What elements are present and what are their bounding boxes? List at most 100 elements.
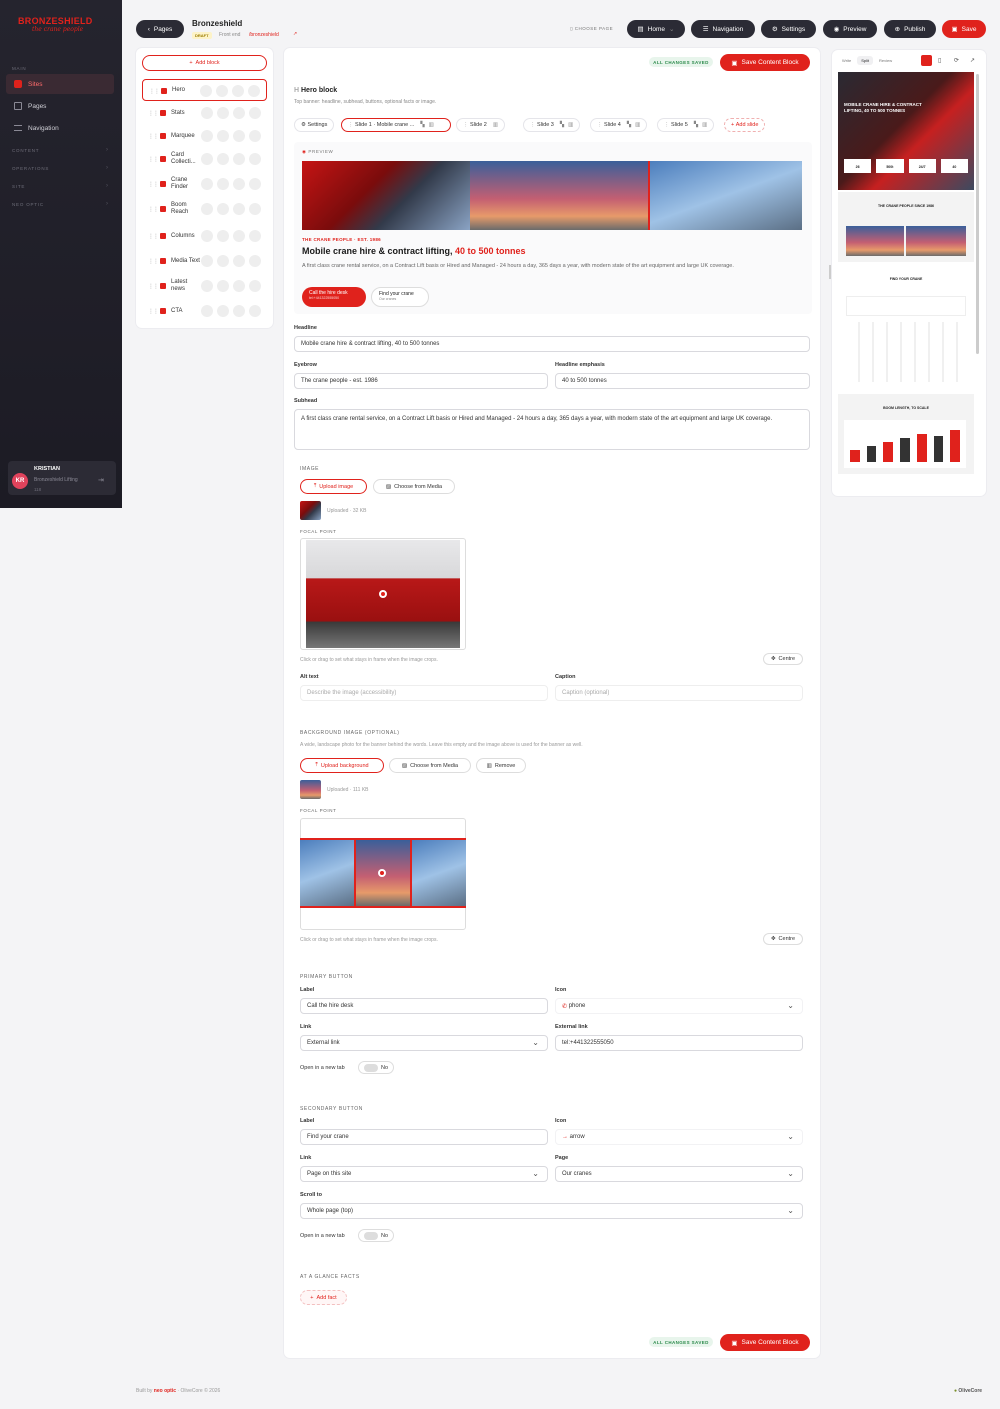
preview-button[interactable]: ◉ Preview <box>823 20 877 38</box>
sidebar-item-navigation[interactable]: Navigation <box>6 118 114 138</box>
trash-icon[interactable]: ▥ <box>493 122 498 128</box>
copy-icon[interactable] <box>217 280 229 292</box>
mode-split[interactable]: Split <box>857 56 874 65</box>
preview-scrollbar[interactable] <box>976 74 979 354</box>
trash-icon[interactable] <box>249 130 261 142</box>
save-content-block-button-bottom[interactable]: ▣ Save Content Block <box>720 1334 810 1351</box>
trash-icon[interactable] <box>249 230 261 242</box>
trash-icon[interactable] <box>249 305 261 317</box>
external-link-icon[interactable]: ↗ <box>970 57 975 64</box>
copy-icon[interactable] <box>217 178 229 190</box>
bookmark-icon[interactable] <box>233 230 245 242</box>
eye-icon[interactable] <box>201 230 213 242</box>
trash-icon[interactable]: ▥ <box>702 122 707 128</box>
bookmark-icon[interactable] <box>233 178 245 190</box>
block-item[interactable]: ⋮⋮ Marquee <box>142 125 267 147</box>
external-link-input[interactable]: tel:+441322555050 <box>555 1035 803 1051</box>
choose-media-button[interactable]: ▨ Choose from Media <box>373 479 455 494</box>
eye-icon[interactable] <box>201 280 213 292</box>
publish-button[interactable]: ⊕ Publish <box>884 20 936 38</box>
frontend-link[interactable]: /bronzeshield <box>249 32 279 38</box>
scroll-to-select[interactable]: Whole page (top) <box>300 1203 803 1219</box>
mode-review[interactable]: Review <box>875 56 896 65</box>
drag-handle-icon[interactable]: ⋮⋮ <box>148 258 159 265</box>
tab-slide-5[interactable]: ⋮ Slide 5 ▚ ▥ <box>657 118 715 132</box>
eye-icon[interactable] <box>201 153 213 165</box>
block-item[interactable]: ⋮⋮ Media Text <box>142 250 267 272</box>
trash-icon[interactable]: ▥ <box>568 122 573 128</box>
block-item[interactable]: ⋮⋮ Columns <box>142 225 267 247</box>
remove-background-button[interactable]: ▥ Remove <box>476 758 526 773</box>
primary-link-select[interactable]: External link <box>300 1035 548 1051</box>
upload-image-button[interactable]: ⤒ Upload image <box>300 479 367 494</box>
trash-icon[interactable] <box>249 178 261 190</box>
drag-handle-icon[interactable]: ⋮⋮ <box>148 283 159 290</box>
add-fact-button[interactable]: + Add fact <box>300 1290 347 1305</box>
block-item[interactable]: ⋮⋮ Boom Reach <box>142 198 267 220</box>
section-content[interactable]: CONTENT <box>12 148 39 153</box>
eye-icon[interactable] <box>200 85 212 97</box>
bookmark-icon[interactable] <box>233 255 245 267</box>
eye-icon[interactable] <box>201 178 213 190</box>
trash-icon[interactable]: ▥ <box>635 122 640 128</box>
copy-icon[interactable] <box>216 85 228 97</box>
background-centre-button[interactable]: ✥ Centre <box>763 933 803 945</box>
secondary-link-select[interactable]: Page on this site <box>300 1166 548 1182</box>
subhead-textarea[interactable]: A first class crane rental service, on a… <box>294 409 810 450</box>
bookmark-icon[interactable] <box>233 203 245 215</box>
drag-handle-icon[interactable]: ⋮⋮ <box>148 156 159 163</box>
tab-slide-3[interactable]: ⋮ Slide 3 ▚ ▥ <box>523 118 581 132</box>
trash-icon[interactable] <box>248 85 260 97</box>
drag-handle-icon[interactable]: ⋮⋮ <box>148 308 159 315</box>
block-item[interactable]: ⋮⋮ Card Collecti... <box>142 148 267 170</box>
page-select-input[interactable]: Our cranes <box>555 1166 803 1182</box>
eye-icon[interactable] <box>201 305 213 317</box>
bookmark-icon[interactable] <box>233 153 245 165</box>
block-item[interactable]: ⋮⋮ Stats <box>142 102 267 124</box>
trash-icon[interactable]: ▥ <box>429 122 434 128</box>
trash-icon[interactable] <box>249 255 261 267</box>
copy-icon[interactable] <box>217 153 229 165</box>
drag-handle-icon[interactable]: ⋮⋮ <box>148 133 159 140</box>
focal-point-marker[interactable] <box>379 590 387 598</box>
block-item[interactable]: ⋮⋮ CTA <box>142 300 267 322</box>
secondary-label-input[interactable]: Find your crane <box>300 1129 548 1145</box>
copy-icon[interactable]: ▚ <box>694 122 698 128</box>
bookmark-icon[interactable] <box>232 85 244 97</box>
drag-handle-icon[interactable]: ⋮⋮ <box>148 110 159 117</box>
copy-icon[interactable]: ▚ <box>420 122 424 128</box>
primary-label-input[interactable]: Call the hire desk <box>300 998 548 1014</box>
tab-slide-1[interactable]: ⋮ Slide 1 · Mobile crane ... ▚ ▥ <box>341 118 451 132</box>
secondary-newtab-toggle[interactable]: No <box>358 1229 394 1242</box>
copy-icon[interactable] <box>217 130 229 142</box>
section-neo-optic[interactable]: NEO OPTIC <box>12 202 44 207</box>
sidebar-item-pages[interactable]: Pages <box>6 96 114 116</box>
save-content-block-button[interactable]: ▣ Save Content Block <box>720 54 810 71</box>
add-slide-button[interactable]: + Add slide <box>724 118 766 132</box>
drag-handle-icon[interactable]: ⋮⋮ <box>148 206 159 213</box>
save-button[interactable]: ▣ Save <box>942 20 986 38</box>
back-pages-button[interactable]: ‹ Pages <box>136 20 184 38</box>
trash-icon[interactable] <box>249 153 261 165</box>
block-item[interactable]: ⋮⋮ Hero <box>142 79 267 101</box>
drag-handle-icon[interactable]: ⋮⋮ <box>149 88 160 95</box>
sidebar-item-sites[interactable]: Sites <box>6 74 114 94</box>
external-link-icon[interactable]: ↗ <box>293 31 297 37</box>
drag-handle-icon[interactable]: ⋮⋮ <box>148 233 159 240</box>
bookmark-icon[interactable] <box>233 305 245 317</box>
split-drag-handle[interactable] <box>829 265 831 279</box>
copy-icon[interactable] <box>217 203 229 215</box>
centre-button[interactable]: ✥ Centre <box>763 653 803 665</box>
add-block-button[interactable]: + Add block <box>142 55 267 71</box>
eye-icon[interactable] <box>201 130 213 142</box>
block-item[interactable]: ⋮⋮ Crane Finder <box>142 173 267 195</box>
copy-icon[interactable] <box>217 305 229 317</box>
primary-newtab-toggle[interactable]: No <box>358 1061 394 1074</box>
section-site[interactable]: SITE <box>12 184 25 189</box>
mode-switch[interactable]: Write Split Review <box>838 56 896 65</box>
mode-write[interactable]: Write <box>838 56 855 65</box>
copy-icon[interactable] <box>217 230 229 242</box>
tab-slide-2[interactable]: ⋮ Slide 2 ▥ <box>456 118 506 132</box>
headline-input[interactable]: Mobile crane hire & contract lifting, 40… <box>294 336 810 352</box>
trash-icon[interactable] <box>249 107 261 119</box>
